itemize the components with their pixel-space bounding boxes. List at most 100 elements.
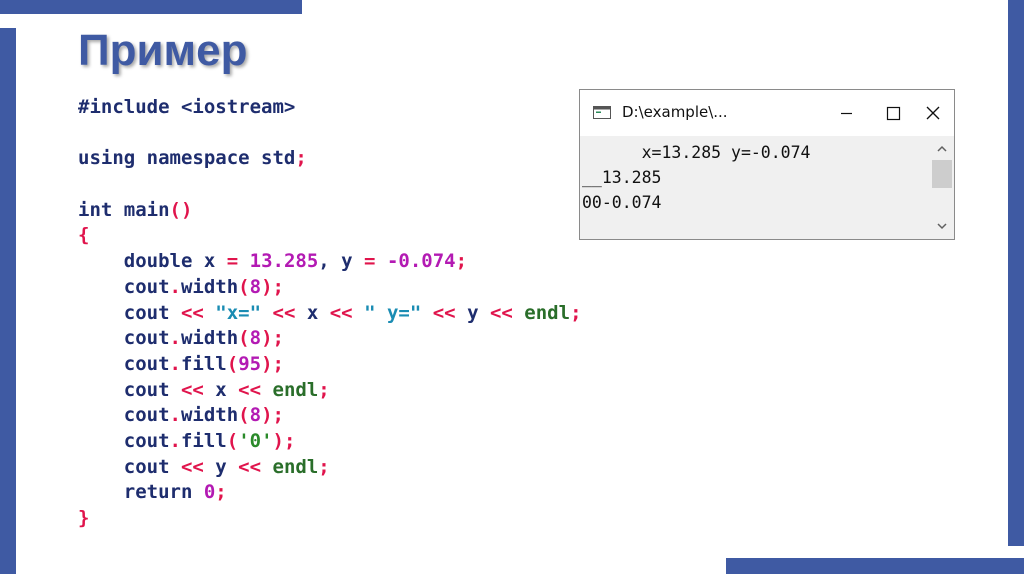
code-token: ( (238, 275, 250, 298)
minimize-button[interactable] (823, 90, 869, 136)
code-token: ); (272, 429, 296, 452)
code-token: cout (78, 301, 181, 324)
scroll-up-button[interactable] (930, 140, 954, 158)
code-token: ; (318, 378, 330, 401)
code-token: } (78, 507, 90, 529)
code-token: ( (226, 352, 239, 375)
code-token: . (169, 327, 181, 350)
code-token: -0.074 (386, 250, 456, 273)
code-token: << (238, 378, 262, 401)
accent-bar-left (0, 28, 16, 574)
code-token: #include <iostream> (78, 96, 296, 118)
code-token: fill (180, 352, 227, 375)
code-line: #include <iostream> (78, 95, 582, 121)
code-token: cout (78, 455, 181, 478)
code-token: endl (272, 378, 319, 401)
code-token: << (489, 301, 513, 324)
console-app-icon (593, 106, 611, 119)
code-listing: #include <iostream> using namespace std; i… (78, 95, 582, 532)
code-token: return (78, 481, 204, 504)
code-token: . (169, 275, 181, 298)
close-button[interactable] (910, 90, 956, 136)
code-token: width (180, 404, 239, 427)
console-output[interactable]: x=13.285 y=-0.074 __13.285 00-0.074 (580, 136, 930, 239)
code-token: double x (78, 250, 227, 273)
code-token: 13.285 (249, 250, 319, 273)
code-token: '0' (238, 429, 273, 452)
code-token: y (455, 301, 490, 324)
chevron-up-icon (937, 145, 947, 152)
code-token: << (329, 301, 353, 324)
console-output-line: 00-0.074 (582, 193, 662, 212)
chevron-down-icon (937, 223, 947, 230)
code-token: . (169, 404, 181, 427)
code-token: cout (78, 352, 170, 375)
code-token: endl (272, 455, 319, 478)
code-token: cout (78, 327, 170, 350)
code-token: << (180, 378, 204, 401)
code-token: width (180, 327, 239, 350)
code-token: ; (318, 455, 330, 478)
console-scrollbar[interactable] (930, 136, 954, 239)
code-token: ( (238, 404, 250, 427)
code-token: = (364, 250, 376, 273)
code-line: using namespace std; (78, 146, 582, 172)
code-line: cout.width(8); (78, 275, 582, 301)
code-token: ( (238, 327, 250, 350)
maximize-button[interactable] (869, 90, 915, 136)
code-token: y (203, 455, 239, 478)
console-output-text: x=13.285 y=-0.074 __13.285 00-0.074 (582, 140, 810, 215)
accent-bar-right (1008, 0, 1024, 546)
scroll-thumb[interactable] (932, 160, 952, 188)
code-line: { (78, 223, 582, 249)
console-titlebar[interactable]: D:\example\... (580, 90, 954, 136)
accent-bar-bottom (726, 558, 1024, 574)
code-token: << (432, 301, 456, 324)
console-window[interactable]: D:\example\... x=13.285 y=-0.074 __13.285… (579, 89, 955, 240)
code-token: fill (180, 429, 227, 452)
code-token: ; (570, 301, 582, 324)
code-line: cout.width(8); (78, 326, 582, 352)
scroll-down-button[interactable] (930, 217, 954, 235)
code-token: " y=" (364, 301, 422, 324)
close-icon (926, 106, 940, 120)
code-token: cout (78, 275, 170, 298)
code-token: { (78, 224, 90, 247)
code-token: = (226, 250, 239, 273)
code-line: return 0; (78, 480, 582, 506)
code-token: ; (455, 250, 468, 273)
code-token: . (169, 429, 181, 452)
code-line: cout << "x=" << x << " y=" << y << endl; (78, 301, 582, 327)
slide-title: Пример (78, 26, 248, 75)
console-output-line: __13.285 (582, 168, 662, 187)
code-token: x (295, 301, 330, 324)
code-token: << (180, 301, 204, 324)
code-token: ; (295, 147, 307, 170)
code-line: cout << x << endl; (78, 378, 582, 404)
code-token: << (238, 455, 262, 478)
code-token: 95 (238, 352, 262, 375)
code-token: ); (261, 352, 284, 375)
code-token: ); (261, 275, 284, 298)
code-token: cout (78, 378, 181, 401)
minimize-icon (841, 112, 852, 115)
code-token: int main (78, 198, 170, 221)
maximize-icon (886, 106, 901, 121)
code-token: ( (226, 429, 239, 452)
code-line: } (78, 506, 582, 532)
console-output-line: x=13.285 y=-0.074 (582, 143, 811, 162)
code-token: cout (78, 429, 170, 452)
code-token: 8 (249, 275, 262, 298)
code-line: cout.fill('0'); (78, 429, 582, 455)
code-line: int main() (78, 198, 582, 224)
